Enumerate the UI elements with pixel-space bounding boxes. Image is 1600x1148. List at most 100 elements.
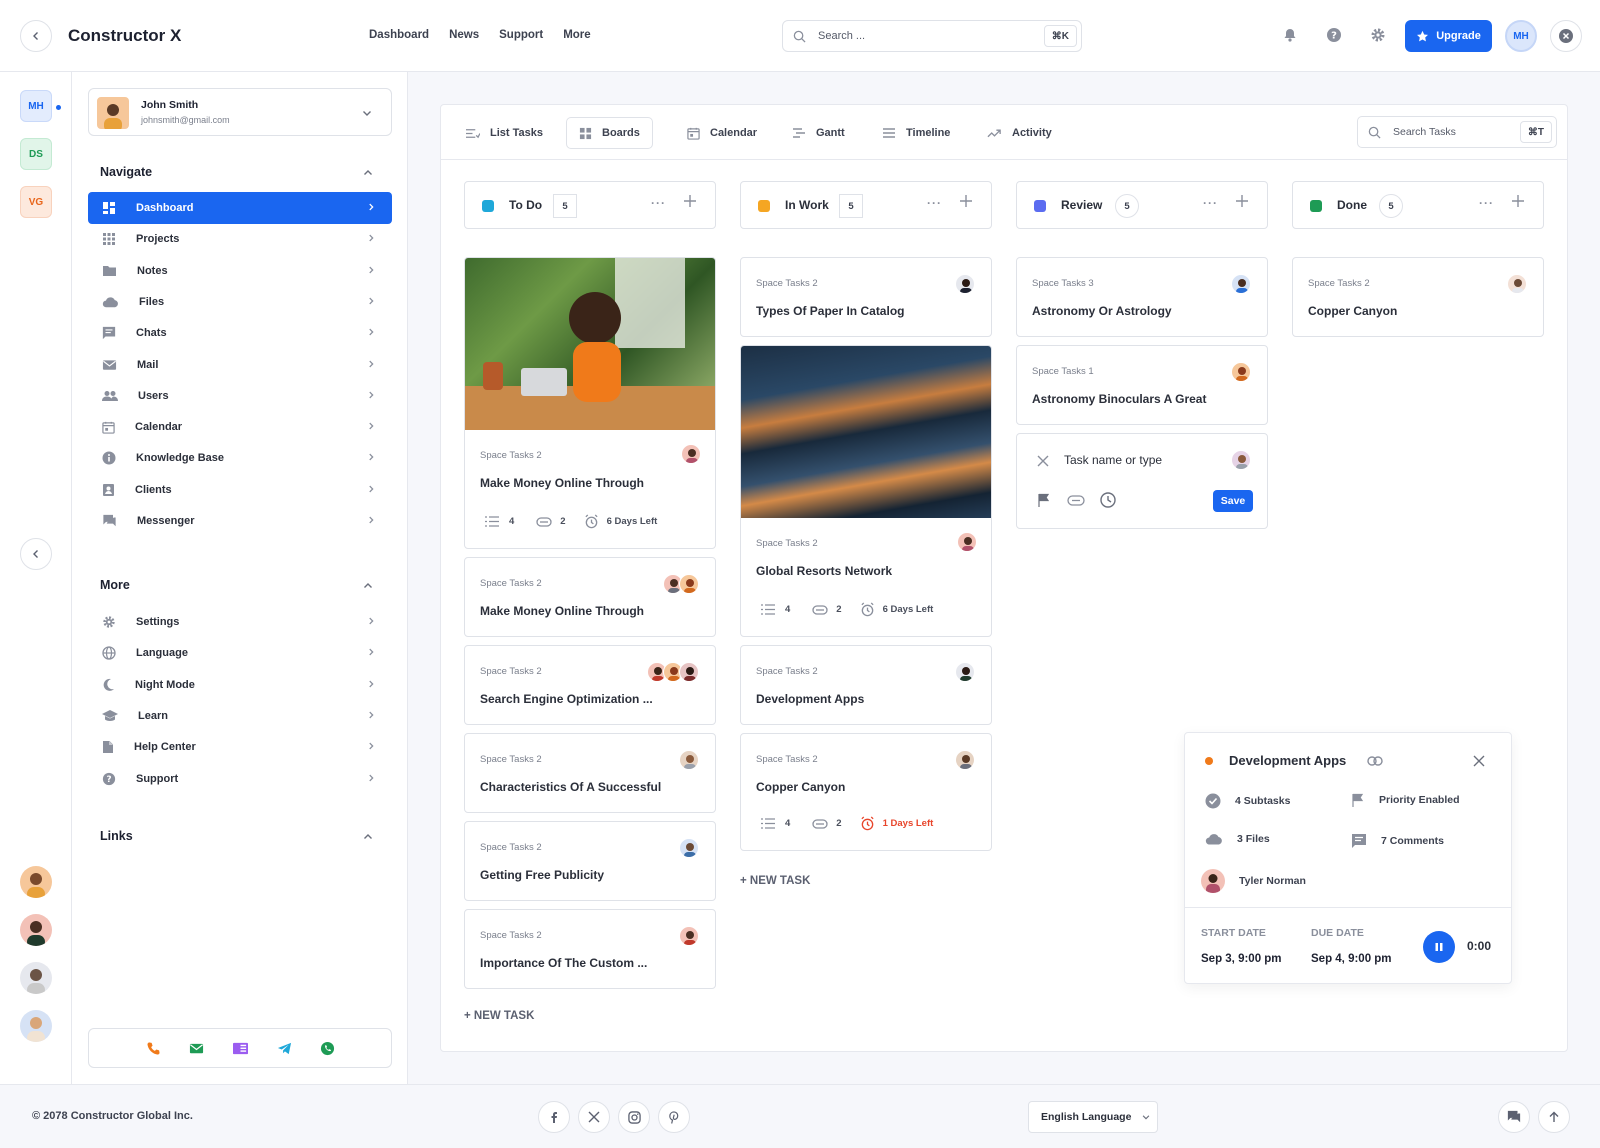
- global-search-input[interactable]: Search ... ⌘K: [782, 20, 1082, 52]
- sidebar-item-clients[interactable]: Clients: [88, 474, 392, 506]
- link-icon[interactable]: [1367, 756, 1383, 766]
- sidebar-item-files[interactable]: Files: [88, 286, 392, 318]
- instagram-button[interactable]: [618, 1101, 650, 1133]
- task-card[interactable]: Space Tasks 2 Search Engine Optimization…: [464, 645, 716, 725]
- close-icon[interactable]: [1037, 455, 1049, 467]
- sidebar-item-help-center[interactable]: Help Center: [88, 731, 392, 763]
- task-card[interactable]: Space Tasks 2 Copper Canyon 4 2 1 Days L…: [740, 733, 992, 851]
- user-avatar[interactable]: MH: [1505, 20, 1537, 52]
- sidebar-item-support[interactable]: ? Support: [88, 763, 392, 795]
- card-title: Importance Of The Custom ...: [480, 956, 648, 970]
- workspace-ds[interactable]: DS: [20, 138, 52, 170]
- chat-button[interactable]: [1498, 1101, 1530, 1133]
- telegram-icon[interactable]: [277, 1041, 292, 1056]
- upgrade-button[interactable]: Upgrade: [1405, 20, 1492, 52]
- tab-activity[interactable]: Activity: [975, 117, 1064, 149]
- sidebar-item-mail[interactable]: Mail: [88, 349, 392, 381]
- topnav-support[interactable]: Support: [499, 29, 543, 41]
- new-task-button[interactable]: + NEW TASK: [740, 875, 810, 887]
- clock-icon[interactable]: [1100, 492, 1116, 508]
- tab-label: Timeline: [906, 127, 951, 139]
- sidebar-item-messenger[interactable]: Messenger: [88, 505, 392, 537]
- chevron-up-icon[interactable]: [362, 580, 374, 592]
- tab-gantt[interactable]: Gantt: [780, 117, 857, 149]
- tab-timeline[interactable]: Timeline: [870, 117, 962, 149]
- plus-icon[interactable]: [683, 194, 697, 208]
- alarm-icon: [860, 816, 875, 831]
- plus-icon[interactable]: [1511, 194, 1525, 208]
- language-select[interactable]: English Language: [1028, 1101, 1158, 1133]
- task-card[interactable]: Space Tasks 2 Types Of Paper In Catalog: [740, 257, 992, 337]
- sidebar-item-dashboard[interactable]: Dashboard: [88, 192, 392, 224]
- task-card[interactable]: Space Tasks 1 Astronomy Binoculars A Gre…: [1016, 345, 1268, 425]
- email-icon[interactable]: [189, 1041, 204, 1056]
- sidebar-item-users[interactable]: Users: [88, 380, 392, 412]
- attachment-icon[interactable]: [1067, 495, 1085, 506]
- x-button[interactable]: [578, 1101, 610, 1133]
- collapse-sidebar-button[interactable]: [20, 538, 52, 570]
- workspace-vg[interactable]: VG: [20, 186, 52, 218]
- comments-row: 7 Comments: [1351, 833, 1444, 849]
- chevron-up-icon[interactable]: [362, 167, 374, 179]
- gear-icon[interactable]: [1370, 27, 1386, 43]
- chevron-right-icon: [366, 452, 376, 462]
- tab-calendar[interactable]: Calendar: [675, 117, 769, 149]
- assignee-avatar[interactable]: [1231, 450, 1251, 470]
- tab-list-tasks[interactable]: List Tasks: [453, 117, 555, 149]
- sidebar-item-night-mode[interactable]: Night Mode: [88, 669, 392, 701]
- sidebar-item-calendar[interactable]: Calendar: [88, 411, 392, 443]
- sidebar-item-settings[interactable]: Settings: [88, 606, 392, 638]
- facebook-button[interactable]: [538, 1101, 570, 1133]
- language-value: English Language: [1041, 1111, 1132, 1123]
- topnav-news[interactable]: News: [449, 29, 479, 41]
- person-avatar[interactable]: [20, 962, 52, 994]
- plus-icon[interactable]: [959, 194, 973, 208]
- task-name-input[interactable]: Task name or type: [1064, 453, 1162, 467]
- more-dots-icon[interactable]: ···: [927, 196, 942, 210]
- book-icon[interactable]: [232, 1041, 249, 1056]
- task-search-input[interactable]: Search Tasks ⌘T: [1357, 116, 1557, 148]
- person-avatar[interactable]: [20, 866, 52, 898]
- person-avatar[interactable]: [20, 1010, 52, 1042]
- new-task-button[interactable]: + NEW TASK: [464, 1010, 534, 1022]
- topnav-dashboard[interactable]: Dashboard: [369, 29, 429, 41]
- phone-icon[interactable]: [146, 1041, 161, 1056]
- whatsapp-icon[interactable]: [320, 1041, 335, 1056]
- pause-button[interactable]: [1423, 931, 1455, 963]
- task-card[interactable]: Space Tasks 2 Development Apps: [740, 645, 992, 725]
- card-title: Astronomy Binoculars A Great: [1032, 392, 1207, 406]
- chevron-up-icon[interactable]: [362, 831, 374, 843]
- task-card[interactable]: Space Tasks 2 Make Money Online Through: [464, 557, 716, 637]
- task-card[interactable]: Space Tasks 2 Getting Free Publicity: [464, 821, 716, 901]
- bell-icon[interactable]: [1282, 27, 1298, 43]
- pinterest-button[interactable]: [658, 1101, 690, 1133]
- sidebar-item-notes[interactable]: Notes: [88, 255, 392, 287]
- task-card[interactable]: Space Tasks 2 Global Resorts Network 4 2…: [740, 345, 992, 637]
- close-button[interactable]: [1550, 20, 1582, 52]
- back-button[interactable]: [20, 20, 52, 52]
- task-card[interactable]: Space Tasks 2 Make Money Online Through …: [464, 257, 716, 549]
- save-button[interactable]: Save: [1213, 490, 1253, 512]
- more-dots-icon[interactable]: ···: [651, 196, 666, 210]
- sidebar-item-projects[interactable]: Projects: [88, 223, 392, 255]
- task-card[interactable]: Space Tasks 2 Importance Of The Custom .…: [464, 909, 716, 989]
- sidebar-item-learn[interactable]: Learn: [88, 700, 392, 732]
- workspace-mh[interactable]: MH: [20, 90, 52, 122]
- task-card[interactable]: Space Tasks 2 Characteristics Of A Succe…: [464, 733, 716, 813]
- sidebar-item-language[interactable]: Language: [88, 637, 392, 669]
- user-switcher[interactable]: John Smith johnsmith@gmail.com: [88, 88, 392, 136]
- task-card[interactable]: Space Tasks 2 Copper Canyon: [1292, 257, 1544, 337]
- sidebar-item-chats[interactable]: Chats: [88, 317, 392, 349]
- help-icon[interactable]: ?: [1326, 27, 1342, 43]
- close-icon[interactable]: [1473, 755, 1485, 767]
- tab-boards[interactable]: Boards: [566, 117, 653, 149]
- person-avatar[interactable]: [20, 914, 52, 946]
- flag-icon[interactable]: [1037, 493, 1051, 507]
- sidebar-item-knowledge-base[interactable]: Knowledge Base: [88, 442, 392, 474]
- topnav-more[interactable]: More: [563, 29, 590, 41]
- scroll-top-button[interactable]: [1538, 1101, 1570, 1133]
- plus-icon[interactable]: [1235, 194, 1249, 208]
- more-dots-icon[interactable]: ···: [1479, 196, 1494, 210]
- task-card[interactable]: Space Tasks 3 Astronomy Or Astrology: [1016, 257, 1268, 337]
- more-dots-icon[interactable]: ···: [1203, 196, 1218, 210]
